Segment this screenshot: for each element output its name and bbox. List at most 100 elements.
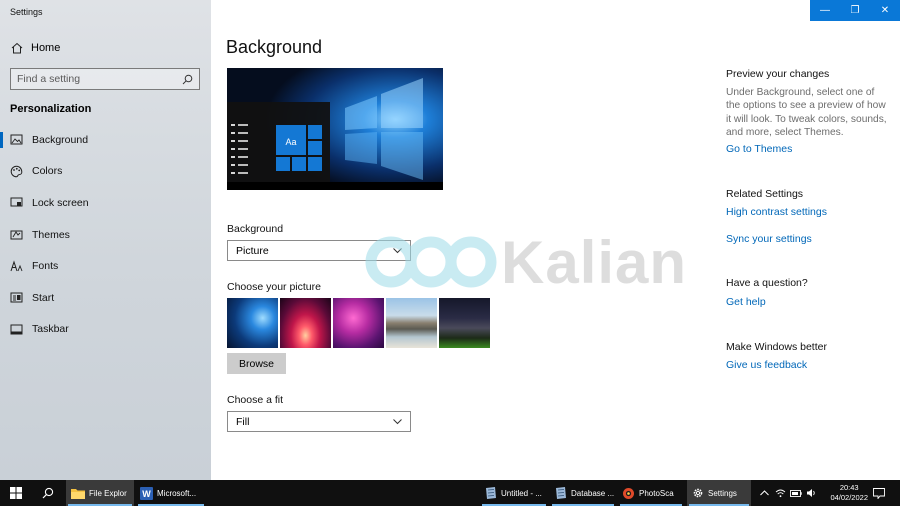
minimize-button[interactable]: — (810, 0, 840, 21)
question-heading: Have a question? (726, 277, 808, 289)
taskbar-app-file-explorer[interactable]: File Explor (66, 480, 134, 506)
sync-settings-link[interactable]: Sync your settings (726, 233, 812, 245)
sidebar-item-label: Fonts (32, 260, 59, 273)
preview-description: Under Background, select one of the opti… (726, 87, 887, 138)
picture-icon (10, 134, 23, 145)
taskbar-search-button[interactable] (34, 480, 62, 506)
taskbar-clock[interactable]: 20:43 04/02/2022 (830, 483, 868, 503)
chevron-down-icon (393, 247, 402, 253)
thumbnail-purple-space[interactable] (333, 298, 384, 348)
battery-icon (789, 489, 802, 497)
chevron-up-icon (759, 490, 769, 496)
high-contrast-link[interactable]: High contrast settings (726, 206, 827, 218)
database-app-icon (556, 486, 566, 499)
clock-time: 20:43 (839, 483, 859, 492)
picture-thumbnails (227, 298, 490, 348)
document-app-icon (486, 486, 496, 499)
thumbnail-beach-rocks[interactable] (386, 298, 437, 348)
word-icon: W (140, 486, 153, 500)
window-controls: — ❐ ✕ (810, 0, 900, 21)
sidebar-item-colors[interactable]: Colors (0, 156, 211, 188)
thumbnail-red-glow[interactable] (280, 298, 331, 348)
related-settings-heading: Related Settings (726, 188, 804, 200)
page-title: Background (226, 37, 323, 57)
sidebar-item-background[interactable]: Background (0, 124, 211, 156)
feedback-link[interactable]: Give us feedback (726, 359, 807, 371)
choose-picture-label: Choose your picture (227, 281, 321, 293)
app-title: Settings (10, 7, 43, 17)
background-preview: Aa (227, 68, 443, 190)
taskbar-app-photoscape[interactable]: PhotoSca (618, 480, 684, 506)
background-value: Picture (236, 244, 269, 257)
start-icon (10, 292, 23, 303)
taskbar-app-settings[interactable]: Settings (687, 480, 751, 506)
home-label: Home (31, 42, 61, 54)
sidebar-item-themes[interactable]: Themes (0, 219, 211, 251)
browse-button[interactable]: Browse (227, 353, 286, 374)
clock-date: 04/02/2022 (830, 493, 868, 502)
sidebar-item-taskbar[interactable]: Taskbar (0, 314, 211, 346)
preview-image: Aa (227, 68, 443, 190)
background-dropdown[interactable]: Picture (227, 240, 411, 261)
background-label: Background (227, 223, 284, 235)
home-icon (11, 42, 23, 54)
sidebar-item-label: Colors (32, 165, 63, 178)
fit-value: Fill (236, 415, 250, 428)
sidebar-item-start[interactable]: Start (0, 282, 211, 314)
restore-button[interactable]: ❐ (840, 0, 870, 21)
tray-wifi[interactable] (773, 480, 787, 506)
sidebar: Settings Home Personalization Background (0, 0, 211, 480)
taskbar-app-word[interactable]: W Microsoft... (136, 480, 206, 506)
taskbar: File Explor W Microsoft... Untitled - ..… (0, 480, 900, 506)
taskbar-icon (10, 324, 23, 335)
search-icon[interactable] (182, 74, 193, 85)
start-button[interactable] (0, 480, 32, 506)
taskbar-app-label: Database ... (571, 488, 615, 498)
sidebar-item-label: Lock screen (32, 196, 89, 209)
taskbar-app-database[interactable]: Database ... (550, 480, 616, 506)
home-link[interactable]: Home (10, 40, 60, 56)
wifi-icon (775, 489, 785, 498)
taskbar-app-untitled[interactable]: Untitled - ... (480, 480, 548, 506)
sidebar-item-label: Start (32, 291, 55, 304)
search-icon (42, 487, 54, 499)
svg-text:W: W (142, 489, 151, 499)
volume-icon (806, 489, 815, 497)
sidebar-item-label: Themes (32, 228, 70, 241)
go-to-themes-link[interactable]: Go to Themes (726, 143, 792, 155)
notification-icon (873, 487, 885, 499)
make-windows-better-heading: Make Windows better (726, 341, 827, 353)
search-input[interactable] (17, 73, 182, 85)
taskbar-app-label: File Explor (89, 488, 127, 498)
fit-dropdown[interactable]: Fill (227, 411, 411, 432)
lock-screen-icon (10, 197, 23, 207)
themes-icon (10, 230, 23, 240)
section-title: Personalization (10, 103, 92, 115)
preview-heading: Preview your changes (726, 68, 830, 80)
tray-battery[interactable] (788, 480, 803, 506)
search-box[interactable] (10, 68, 200, 90)
folder-icon (71, 489, 85, 499)
taskbar-app-label: Untitled - ... (501, 488, 542, 498)
photoscape-icon (623, 487, 634, 499)
taskbar-app-label: Settings (708, 488, 737, 498)
sidebar-nav: Background Colors Lock screen Themes Fon… (0, 124, 211, 345)
preview-tile-text: Aa (285, 137, 296, 147)
gear-icon (693, 488, 703, 498)
sidebar-item-label: Taskbar (32, 323, 69, 336)
choose-fit-label: Choose a fit (227, 394, 284, 406)
thumbnail-windows-blue[interactable] (227, 298, 278, 348)
close-button[interactable]: ✕ (870, 0, 900, 21)
tray-volume[interactable] (804, 480, 818, 506)
windows-logo-icon (10, 487, 22, 499)
sidebar-item-fonts[interactable]: Fonts (0, 250, 211, 282)
thumbnail-night-sky[interactable] (439, 298, 490, 348)
get-help-link[interactable]: Get help (726, 296, 766, 308)
sidebar-item-lock-screen[interactable]: Lock screen (0, 187, 211, 219)
main-content: Background Aa Background Picture Choose … (211, 0, 900, 480)
notifications-button[interactable] (868, 480, 890, 506)
tray-overflow-button[interactable] (757, 480, 771, 506)
sidebar-item-label: Background (32, 133, 89, 146)
chevron-down-icon (393, 418, 402, 424)
palette-icon (10, 165, 23, 178)
